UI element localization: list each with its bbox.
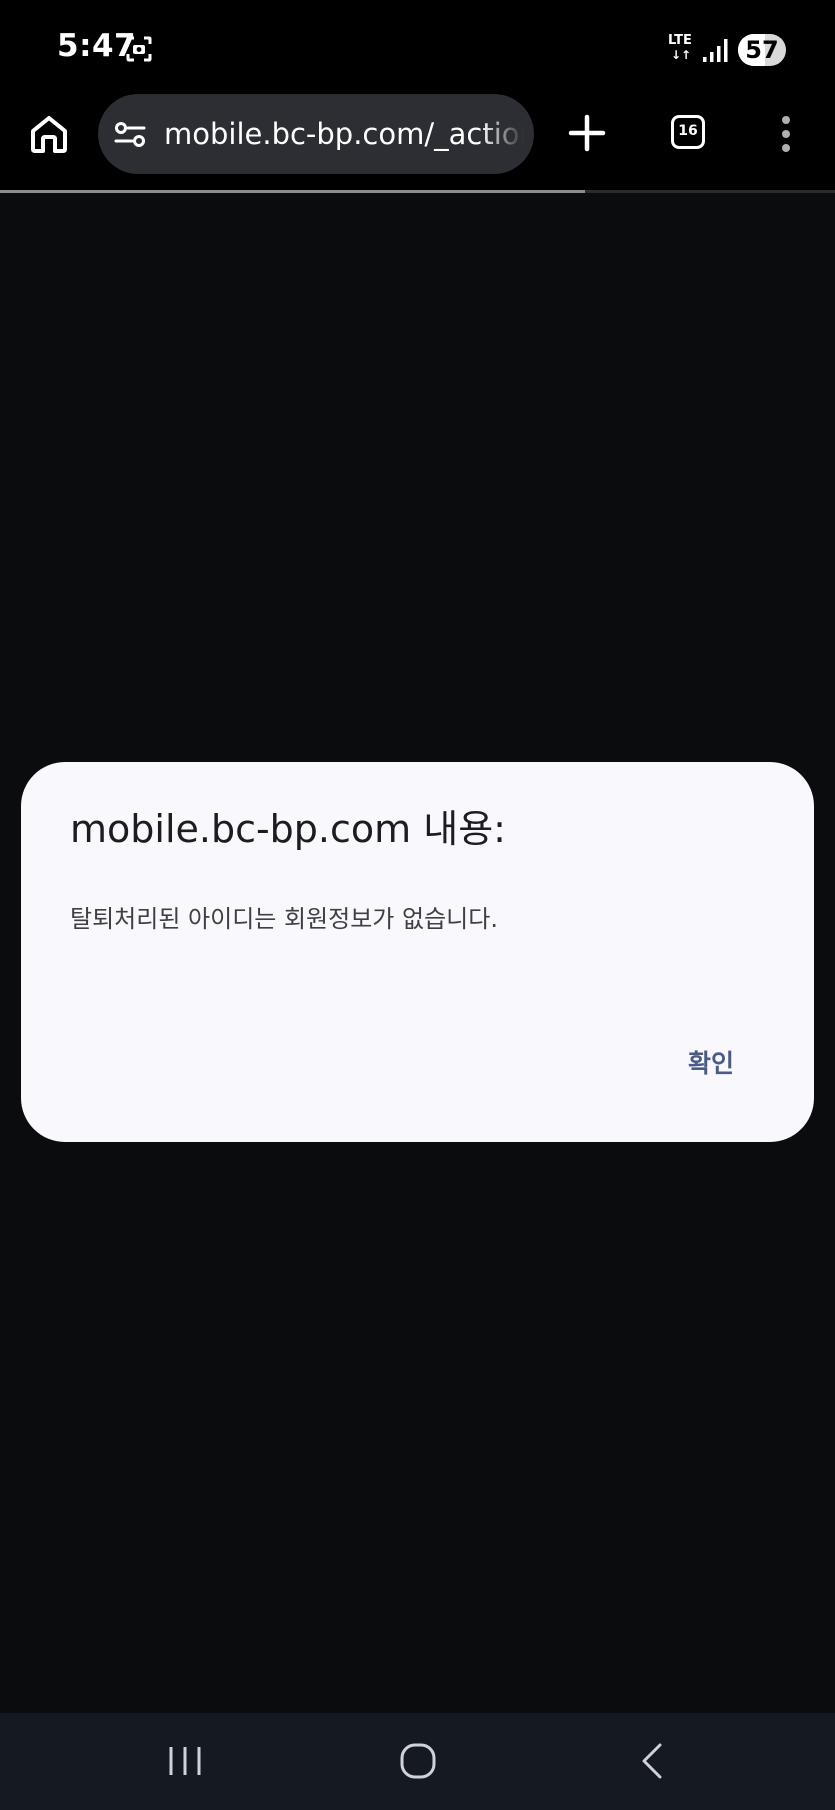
page-load-progress: [0, 190, 835, 193]
battery-icon: 57: [738, 34, 786, 66]
dialog-title: mobile.bc-bp.com 내용:: [70, 807, 506, 851]
alert-dialog: mobile.bc-bp.com 내용: 탈퇴처리된 아이디는 회원정보가 없습…: [21, 762, 814, 1142]
recents-icon[interactable]: [166, 1741, 204, 1781]
system-nav-bar: [0, 1713, 835, 1810]
signal-icon: [703, 39, 728, 62]
home-nav-icon[interactable]: [398, 1741, 438, 1781]
confirm-button[interactable]: 확인: [644, 1032, 778, 1096]
plus-icon[interactable]: [566, 112, 608, 154]
battery-level: 57: [745, 36, 779, 64]
phone-screen: 5:47 LTE ↓↑ 57 mobile.bc-bp.com/_action …: [0, 0, 835, 1810]
page-load-progress-fill: [0, 190, 585, 193]
tab-switcher-icon[interactable]: 16: [671, 115, 705, 149]
tab-count: 16: [678, 123, 698, 139]
screenshot-icon: [126, 36, 152, 62]
site-settings-icon[interactable]: [114, 119, 146, 151]
status-bar: 5:47 LTE ↓↑ 57: [0, 0, 835, 92]
dialog-message: 탈퇴처리된 아이디는 회원정보가 없습니다.: [70, 905, 498, 933]
lte-label: LTE: [668, 33, 692, 48]
back-icon[interactable]: [636, 1741, 668, 1781]
home-icon[interactable]: [26, 111, 72, 157]
more-vert-icon[interactable]: [768, 112, 804, 156]
url-text[interactable]: mobile.bc-bp.com/_action: [164, 114, 524, 154]
url-bar[interactable]: mobile.bc-bp.com/_action: [98, 94, 534, 174]
browser-toolbar: mobile.bc-bp.com/_action 16: [0, 92, 835, 190]
lte-arrows: ↓↑: [671, 48, 692, 62]
